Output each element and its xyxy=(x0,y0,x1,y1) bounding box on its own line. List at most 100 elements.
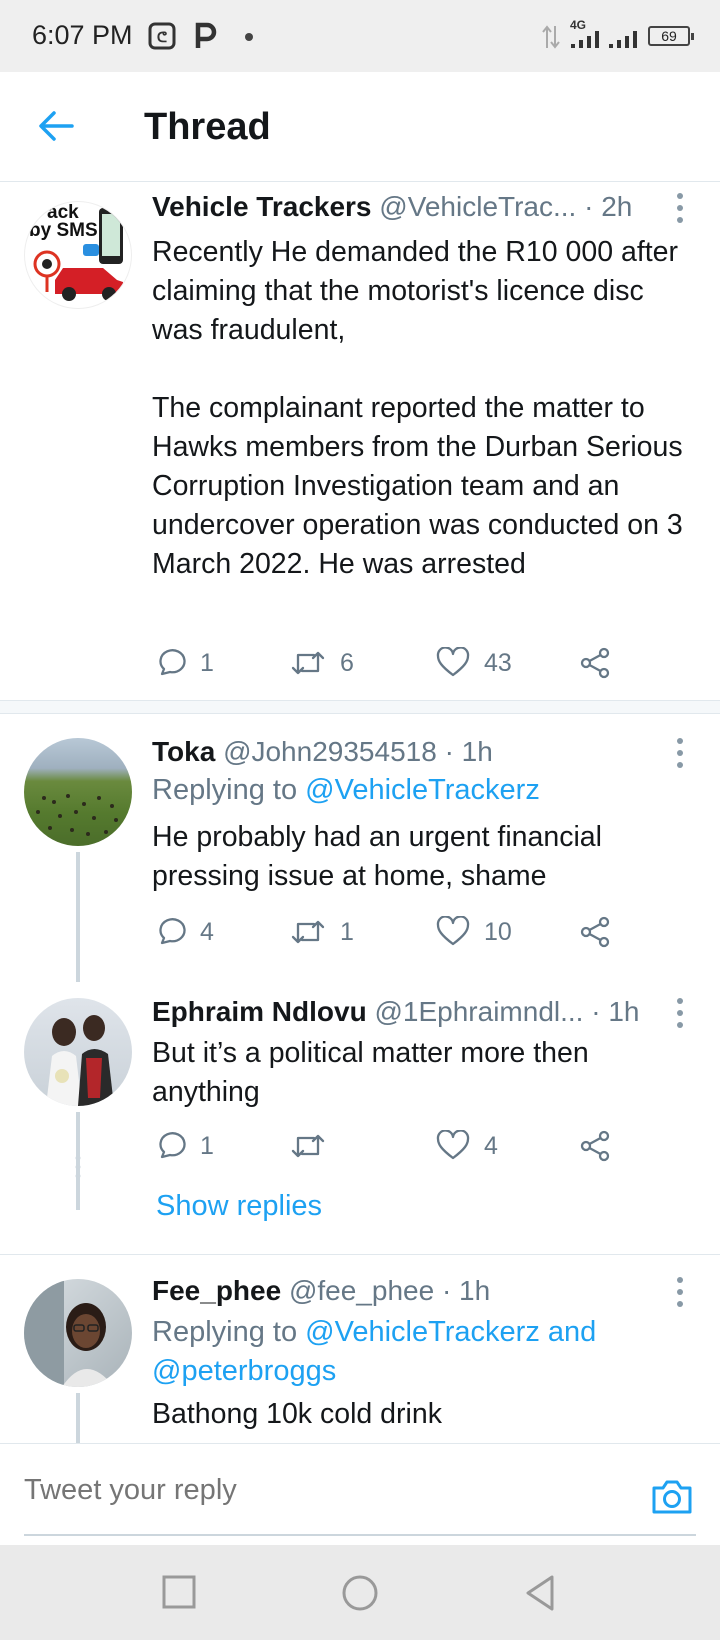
retweet-count: 6 xyxy=(340,648,354,677)
tweet-time: · 2h xyxy=(584,191,633,222)
section-divider xyxy=(0,700,720,714)
replying-to: Replying to @VehicleTrackerz xyxy=(152,774,540,807)
author-handle[interactable]: @fee_phee xyxy=(289,1275,434,1306)
replying-to-link[interactable]: @VehicleTrackerz xyxy=(305,774,540,806)
tweet-time: · 1h xyxy=(444,736,493,767)
camera-icon[interactable] xyxy=(650,1474,694,1518)
reply-action[interactable]: 4 xyxy=(154,912,214,952)
share-action[interactable] xyxy=(578,643,612,683)
selfie-photo xyxy=(24,1279,114,1387)
savanna-photo xyxy=(36,794,118,836)
page-title: Thread xyxy=(144,106,271,148)
signal-icon-1 xyxy=(571,31,599,48)
like-count: 4 xyxy=(484,1131,498,1160)
reply-composer xyxy=(0,1443,720,1545)
comment-icon xyxy=(159,649,186,676)
battery-indicator: 69 xyxy=(648,26,694,46)
author-name[interactable]: Ephraim Ndlovu xyxy=(152,996,367,1027)
author-handle[interactable]: @VehicleTrac... xyxy=(379,191,576,222)
tweet-actions: 4 1 10 xyxy=(152,912,652,952)
retweet-action[interactable]: 1 xyxy=(290,912,354,952)
replying-to: Replying to @VehicleTrackerz and @peterb… xyxy=(152,1313,622,1391)
tweet-body: He probably had an urgent financial pres… xyxy=(152,821,602,892)
share-action[interactable] xyxy=(578,1126,612,1166)
tweet-time: · 1h xyxy=(441,1275,491,1306)
tweet-body: Bathong 10k cold drink xyxy=(152,1398,442,1430)
share-icon xyxy=(580,1130,610,1162)
heart-icon xyxy=(436,1130,470,1160)
reply-count: 4 xyxy=(200,917,214,946)
dot-icon xyxy=(245,33,253,41)
comment-icon xyxy=(159,1132,186,1159)
avatar[interactable] xyxy=(24,738,132,846)
retweet-icon xyxy=(291,920,325,944)
heart-icon xyxy=(436,647,470,677)
reply-underline xyxy=(24,1534,696,1536)
author-handle[interactable]: @John29354518 xyxy=(223,736,437,767)
tweet-body-1: Recently He demanded the R10 000 after c… xyxy=(152,236,678,346)
avatar[interactable]: ack by SMS xyxy=(24,201,132,309)
like-count: 43 xyxy=(484,648,512,677)
more-vertical-icon[interactable] xyxy=(670,1275,690,1309)
tweet-actions: 1 4 xyxy=(152,1126,652,1166)
heart-icon xyxy=(436,916,470,946)
thread-line xyxy=(76,852,80,982)
system-nav-bar xyxy=(0,1545,720,1640)
reply-action[interactable]: 1 xyxy=(154,1126,214,1166)
status-time: 6:07 PM xyxy=(32,20,133,50)
author-name[interactable]: Toka xyxy=(152,736,215,767)
data-arrows-icon xyxy=(542,25,560,49)
square-icon[interactable] xyxy=(158,1571,202,1615)
tweet-header: Vehicle Trackers @VehicleTrac... · 2h xyxy=(152,191,632,223)
like-action[interactable]: 43 xyxy=(436,643,512,683)
couple-photo xyxy=(46,1015,114,1106)
tweet-header: Ephraim Ndlovu @1Ephraimndl... · 1h xyxy=(152,996,639,1028)
like-action[interactable]: 10 xyxy=(436,912,512,952)
comment-icon xyxy=(159,918,186,945)
reply-count: 1 xyxy=(200,648,214,677)
status-bar: 6:07 PM ᕦ 4G 69 xyxy=(0,0,720,72)
thread-line xyxy=(76,1393,80,1443)
author-handle[interactable]: @1Ephraimndl... xyxy=(374,996,583,1027)
reply-input[interactable] xyxy=(24,1474,624,1507)
retweet-icon xyxy=(291,1134,325,1158)
more-vertical-icon[interactable] xyxy=(670,736,690,770)
thread-more-dots xyxy=(75,1155,81,1179)
retweet-action[interactable]: 6 xyxy=(290,643,354,683)
triangle-back-icon[interactable] xyxy=(518,1571,562,1615)
thread-header: Thread xyxy=(0,72,720,182)
reply-tweet[interactable]: Toka @John29354518 · 1h Replying to @Veh… xyxy=(0,714,720,984)
share-icon xyxy=(580,647,610,679)
retweet-icon xyxy=(291,651,325,675)
svg-text:ᕦ: ᕦ xyxy=(157,29,167,45)
author-name[interactable]: Vehicle Trackers xyxy=(152,191,372,222)
tweet-time: · 1h xyxy=(591,996,640,1027)
circle-icon[interactable] xyxy=(338,1571,382,1615)
author-name[interactable]: Fee_phee xyxy=(152,1275,281,1306)
signal-icon-2 xyxy=(609,31,637,48)
arrow-left-icon[interactable] xyxy=(36,106,76,146)
tweet-actions: 1 6 43 xyxy=(152,643,652,683)
more-vertical-icon[interactable] xyxy=(670,996,690,1030)
show-replies-link[interactable]: Show replies xyxy=(156,1190,322,1223)
tweet-main[interactable]: ack by SMS Vehicle Trackers @VehicleTrac… xyxy=(0,183,720,703)
tweet-header: Toka @John29354518 · 1h xyxy=(152,736,493,768)
tweet-header: Fee_phee @fee_phee · 1h xyxy=(152,1275,490,1307)
retweet-action[interactable] xyxy=(290,1126,340,1166)
tweet-body: But it’s a political matter more then an… xyxy=(152,1037,589,1108)
reply-count: 1 xyxy=(200,1131,214,1160)
reply-tweet[interactable]: Ephraim Ndlovu @1Ephraimndl... · 1h But … xyxy=(0,984,720,1254)
more-vertical-icon[interactable] xyxy=(670,191,690,225)
like-action[interactable]: 4 xyxy=(436,1126,498,1166)
replying-to-prefix: Replying to xyxy=(152,1316,306,1348)
parking-notification-icon xyxy=(195,22,217,48)
avatar-text-2: by SMS xyxy=(29,220,98,241)
share-action[interactable] xyxy=(578,912,612,952)
reply-tweet[interactable]: Fee_phee @fee_phee · 1h Replying to @Veh… xyxy=(0,1255,720,1443)
tweet-body-2: The complainant reported the matter to H… xyxy=(152,392,683,580)
like-count: 10 xyxy=(484,917,512,946)
reply-action[interactable]: 1 xyxy=(154,643,214,683)
avatar[interactable] xyxy=(24,1279,132,1387)
retweet-count: 1 xyxy=(340,917,354,946)
avatar[interactable] xyxy=(24,998,132,1106)
